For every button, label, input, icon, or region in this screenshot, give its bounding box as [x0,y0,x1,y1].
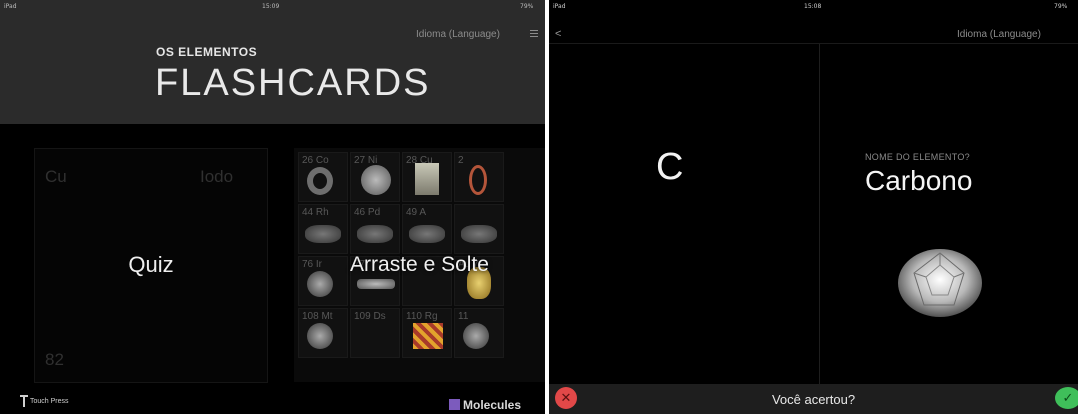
clock: 15:08 [804,3,822,10]
touch-press-logo-icon [20,395,28,407]
divider [549,43,1078,44]
element-grid-cell[interactable]: 110 Rg [402,308,452,358]
correct-button[interactable]: ✓ [1055,387,1078,409]
molecules-icon[interactable] [449,399,460,410]
element-grid-cell[interactable]: 27 Ni [350,152,400,202]
status-bar: iPad 15:08 79% [549,0,1078,12]
element-grid-label: 110 Rg [406,311,438,322]
element-grid-cell[interactable]: 44 Rh [298,204,348,254]
element-grid-label: 109 Ds [354,311,386,322]
answer-bar: ✕ Você acertou? ✓ [549,384,1078,414]
battery-label: 79% [1054,3,1068,10]
element-grid-label: 46 Pd [354,207,381,218]
element-name: Carbono [865,165,973,196]
quiz-corner-bl: 82 [45,350,64,369]
quiz-corner-tr: Iodo [200,167,234,186]
carrier-label: iPad [4,3,17,10]
brand-title: FLASHCARDS [155,62,431,104]
element-grid-label: 26 Co [302,155,329,166]
quiz-corner-tl: Cu [45,167,67,186]
element-grid-cell[interactable] [454,204,504,254]
element-grid-cell[interactable]: 49 A [402,204,452,254]
element-grid-label: 108 Mt [302,311,333,322]
element-sample-image [357,279,395,289]
quiz-card[interactable]: Cu Iodo 82 Quiz [34,148,268,383]
element-sample-image [305,225,341,243]
publisher-label: Touch Press [30,398,69,405]
flashcards-menu-screen: iPad 15:09 79% Idioma (Language) OS ELEM… [0,0,545,414]
element-grid-label: 2 [458,155,464,166]
carrier-label: iPad [553,3,566,10]
element-grid-cell[interactable]: 11 [454,308,504,358]
element-sample-image [409,225,445,243]
status-bar: iPad 15:09 79% [0,0,545,12]
element-grid-cell[interactable]: 108 Mt [298,308,348,358]
element-sample-image [413,323,443,349]
clock: 15:09 [262,3,280,10]
diamond-image [898,249,982,317]
element-grid-cell[interactable]: 26 Co [298,152,348,202]
element-grid-cell[interactable]: 109 Ds [350,308,400,358]
element-grid-label: 44 Rh [302,207,329,218]
header-banner: iPad 15:09 79% Idioma (Language) OS ELEM… [0,0,545,124]
element-grid-cell[interactable]: 2 [454,152,504,202]
element-symbol: C [656,146,684,188]
element-grid-label: 49 A [406,207,427,218]
element-sample-image [307,167,333,195]
element-grid-cell[interactable]: 28 Cu [402,152,452,202]
divider [819,44,820,384]
element-sample-image [469,165,487,195]
battery-label: 79% [520,3,534,10]
back-button[interactable]: < [555,28,561,40]
language-button[interactable]: Idioma (Language) [957,29,1041,40]
element-sample-image [307,323,333,349]
element-grid-label: 11 [458,311,469,322]
flashcard-screen: iPad 15:08 79% < Idioma (Language) C NOM… [549,0,1078,414]
drag-drop-title: Arraste e Solte [350,253,489,276]
answer-question: Você acertou? [771,392,856,407]
element-sample-image [463,323,489,349]
element-sample-image [357,225,393,243]
element-sample-image [415,163,439,195]
language-button[interactable]: Idioma (Language) [416,29,500,40]
question-label: NOME DO ELEMENTO? [865,152,970,162]
element-sample-image [461,225,497,243]
drag-drop-card[interactable]: 26 Co 27 Ni 28 Cu 2 44 Rh 46 Pd 49 A 76 Ir 77 Au … [294,148,545,382]
brand-subtitle: OS ELEMENTOS [156,45,258,59]
element-grid-cell[interactable]: 46 Pd [350,204,400,254]
menu-icon[interactable] [530,30,538,37]
element-sample-image [361,165,391,195]
quiz-title: Quiz [128,252,174,277]
molecules-link[interactable]: Molecules [463,398,521,412]
